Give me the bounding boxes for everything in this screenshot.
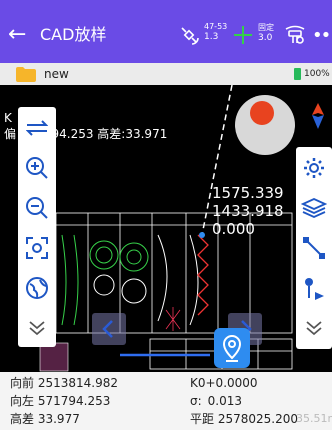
settings-button[interactable] xyxy=(297,151,331,185)
left-distance: 向左 571794.253 xyxy=(10,394,111,408)
station-value: K0+0.0000 xyxy=(190,376,258,390)
battery-icon xyxy=(294,68,301,80)
folder-icon xyxy=(16,67,36,82)
locate-button[interactable] xyxy=(214,328,250,368)
fix-status[interactable]: 固定 3.0 xyxy=(258,22,274,44)
target-z: 0.000 xyxy=(212,220,255,238)
location-pin-icon xyxy=(222,334,242,362)
zoom-extent-button[interactable] xyxy=(20,231,54,265)
page-title: CAD放样 xyxy=(40,25,107,44)
globe-icon xyxy=(26,277,48,299)
target-y: 1433.918 xyxy=(212,202,284,220)
expand-left-button[interactable] xyxy=(20,311,54,345)
chevron-double-down-icon xyxy=(29,321,45,336)
satellite-count: 47-53 1.3 xyxy=(204,22,228,42)
chevron-double-down-icon xyxy=(306,321,322,336)
gear-icon xyxy=(304,158,324,178)
zoom-in-icon xyxy=(26,157,48,179)
expand-right-button[interactable] xyxy=(297,311,331,345)
more-icon[interactable]: •• xyxy=(312,25,331,46)
globe-button[interactable] xyxy=(20,271,54,305)
satellite-icon[interactable] xyxy=(178,24,202,48)
target-x: 1575.339 xyxy=(212,184,284,202)
stake-point-button[interactable] xyxy=(297,271,331,305)
layers-button[interactable] xyxy=(297,191,331,225)
swap-tool-button[interactable] xyxy=(20,111,54,145)
forward-distance: 向前 2513814.982 xyxy=(10,376,119,390)
layers-icon xyxy=(301,198,327,218)
pan-left-button[interactable] xyxy=(92,313,126,345)
frame-icon xyxy=(26,237,48,259)
elevation-difference: 高差 33.977 xyxy=(10,412,80,426)
line-tool-icon xyxy=(303,237,325,259)
app-header: ← CAD放样 47-53 1.3 固定 3.0 •• xyxy=(0,0,332,63)
pin-arrow-icon xyxy=(305,278,324,300)
project-name[interactable]: new xyxy=(44,67,69,81)
crosshair-icon xyxy=(234,26,252,44)
sigma-value: σ: 0.013 xyxy=(190,394,243,408)
project-bar: new 100% xyxy=(0,63,332,85)
stakeout-info-panel: 向前 2513814.982 向左 571794.253 高差 33.977 K… xyxy=(0,372,332,430)
measure-button[interactable] xyxy=(297,231,331,265)
cad-map-canvas[interactable]: K 00 偏 794.253 高差:33.971 1575.339 1433.9… xyxy=(0,85,332,372)
arrow-left-icon[interactable]: ← xyxy=(8,24,26,46)
left-toolbar xyxy=(18,107,56,347)
right-toolbar xyxy=(296,147,332,349)
receiver-icon[interactable] xyxy=(284,25,306,45)
zoom-out-icon xyxy=(26,197,48,219)
chevron-left-icon xyxy=(102,320,113,338)
swap-icon xyxy=(26,120,48,136)
battery-level: 100% xyxy=(304,69,330,79)
map-scale: 35.51m xyxy=(296,412,332,425)
horizontal-distance: 平距 2578025.200 xyxy=(190,412,299,426)
zoom-out-button[interactable] xyxy=(20,191,54,225)
zoom-in-button[interactable] xyxy=(20,151,54,185)
